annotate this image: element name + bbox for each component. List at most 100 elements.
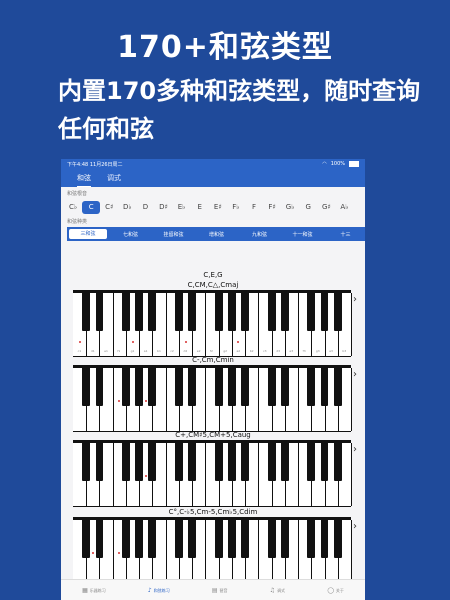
root-note-option[interactable]: E♯ — [209, 203, 227, 211]
root-note-option[interactable]: G♯ — [317, 203, 335, 211]
root-note-option[interactable]: C♯ — [100, 203, 118, 211]
root-note-option[interactable]: F♯ — [263, 203, 281, 211]
black-key[interactable] — [135, 520, 144, 558]
chord-type-option[interactable]: 十三 — [324, 231, 365, 238]
black-key[interactable] — [214, 443, 223, 481]
black-key[interactable] — [82, 293, 91, 331]
tab-chord[interactable]: 和弦 — [77, 173, 91, 187]
tabbar-item[interactable]: ▦ 乐器练习 — [82, 587, 106, 594]
black-key[interactable] — [121, 293, 130, 331]
root-note-option[interactable]: D — [136, 203, 154, 211]
black-key[interactable] — [95, 368, 104, 406]
black-key[interactable] — [267, 368, 276, 406]
status-bar: 下午4:48 11月26日周二 ◠ 100% — [61, 159, 365, 169]
black-key[interactable] — [267, 520, 276, 558]
black-key[interactable] — [333, 443, 342, 481]
black-key[interactable] — [188, 443, 197, 481]
black-key[interactable] — [320, 520, 329, 558]
tabbar-item[interactable]: ♫ 调式 — [270, 587, 285, 594]
black-key[interactable] — [227, 443, 236, 481]
black-key[interactable] — [307, 443, 316, 481]
root-note-option[interactable]: E♭ — [173, 203, 191, 211]
black-key[interactable] — [82, 520, 91, 558]
black-key[interactable] — [174, 443, 183, 481]
black-key[interactable] — [267, 443, 276, 481]
black-key[interactable] — [307, 368, 316, 406]
black-key[interactable] — [82, 368, 91, 406]
black-key[interactable] — [148, 443, 157, 481]
black-key[interactable] — [188, 520, 197, 558]
black-key[interactable] — [280, 520, 289, 558]
root-note-option[interactable]: F — [245, 203, 263, 211]
black-key[interactable] — [214, 520, 223, 558]
key-label: d1 — [90, 349, 95, 353]
black-key[interactable] — [241, 520, 250, 558]
root-note-option[interactable]: E — [191, 203, 209, 211]
black-key[interactable] — [174, 293, 183, 331]
chevron-right-icon[interactable]: › — [353, 294, 357, 305]
black-key[interactable] — [333, 368, 342, 406]
black-key[interactable] — [121, 443, 130, 481]
black-key[interactable] — [307, 520, 316, 558]
chord-type-option[interactable]: 九和弦 — [238, 231, 281, 238]
root-note-option[interactable]: A♭ — [335, 203, 353, 211]
black-key[interactable] — [333, 293, 342, 331]
black-key[interactable] — [121, 520, 130, 558]
root-note-option[interactable]: F♭ — [227, 203, 245, 211]
black-key[interactable] — [95, 520, 104, 558]
black-key[interactable] — [280, 368, 289, 406]
black-key[interactable] — [121, 368, 130, 406]
black-key[interactable] — [148, 520, 157, 558]
root-note-option[interactable]: D♯ — [154, 203, 172, 211]
tabbar-item[interactable]: ♪ 和弦练习 — [148, 587, 170, 594]
black-key[interactable] — [320, 293, 329, 331]
black-key[interactable] — [135, 368, 144, 406]
tabbar-item[interactable]: ▤ 琶音 — [212, 587, 228, 594]
black-key[interactable] — [148, 293, 157, 331]
black-key[interactable] — [95, 293, 104, 331]
black-key[interactable] — [135, 443, 144, 481]
root-note-option[interactable]: C♭ — [64, 203, 82, 211]
chevron-right-icon[interactable]: › — [353, 521, 357, 532]
black-key[interactable] — [280, 443, 289, 481]
root-note-option[interactable]: G♭ — [281, 203, 299, 211]
chord-type-option[interactable]: 三和弦 — [69, 229, 107, 239]
chord-type-option[interactable]: 七和弦 — [109, 231, 152, 238]
black-key[interactable] — [188, 368, 197, 406]
black-key[interactable] — [280, 293, 289, 331]
black-key[interactable] — [95, 443, 104, 481]
black-key[interactable] — [227, 520, 236, 558]
tabbar-item[interactable]: ◯ 关于 — [327, 587, 344, 594]
chord-type-option[interactable]: 挂留和弦 — [152, 231, 195, 238]
black-key[interactable] — [227, 368, 236, 406]
black-key[interactable] — [82, 443, 91, 481]
key-label: a2 — [236, 349, 241, 353]
black-key[interactable] — [320, 443, 329, 481]
chord-names: C°,C-♭5,Cm-5,Cm♭5,Cdim — [168, 508, 258, 516]
black-key[interactable] — [241, 368, 250, 406]
black-key[interactable] — [307, 293, 316, 331]
black-key[interactable] — [241, 293, 250, 331]
black-key[interactable] — [135, 293, 144, 331]
black-key[interactable] — [214, 293, 223, 331]
black-key[interactable] — [214, 368, 223, 406]
chord-type-option[interactable]: 增和弦 — [195, 231, 238, 238]
black-key[interactable] — [174, 368, 183, 406]
root-note-option[interactable]: D♭ — [118, 203, 136, 211]
key-label: b1 — [157, 349, 161, 353]
chevron-right-icon[interactable]: › — [353, 444, 357, 455]
black-key[interactable] — [174, 520, 183, 558]
black-key[interactable] — [227, 293, 236, 331]
tabbar-label: 和弦练习 — [153, 587, 170, 593]
chevron-right-icon[interactable]: › — [353, 369, 357, 380]
black-key[interactable] — [320, 368, 329, 406]
black-key[interactable] — [267, 293, 276, 331]
black-key[interactable] — [188, 293, 197, 331]
tab-mode[interactable]: 调式 — [107, 173, 121, 187]
root-note-option[interactable]: C — [82, 200, 101, 214]
root-note-option[interactable]: G — [299, 203, 317, 211]
chord-type-option[interactable]: 十一和弦 — [281, 231, 324, 238]
black-key[interactable] — [241, 443, 250, 481]
black-key[interactable] — [333, 520, 342, 558]
black-key[interactable] — [148, 368, 157, 406]
